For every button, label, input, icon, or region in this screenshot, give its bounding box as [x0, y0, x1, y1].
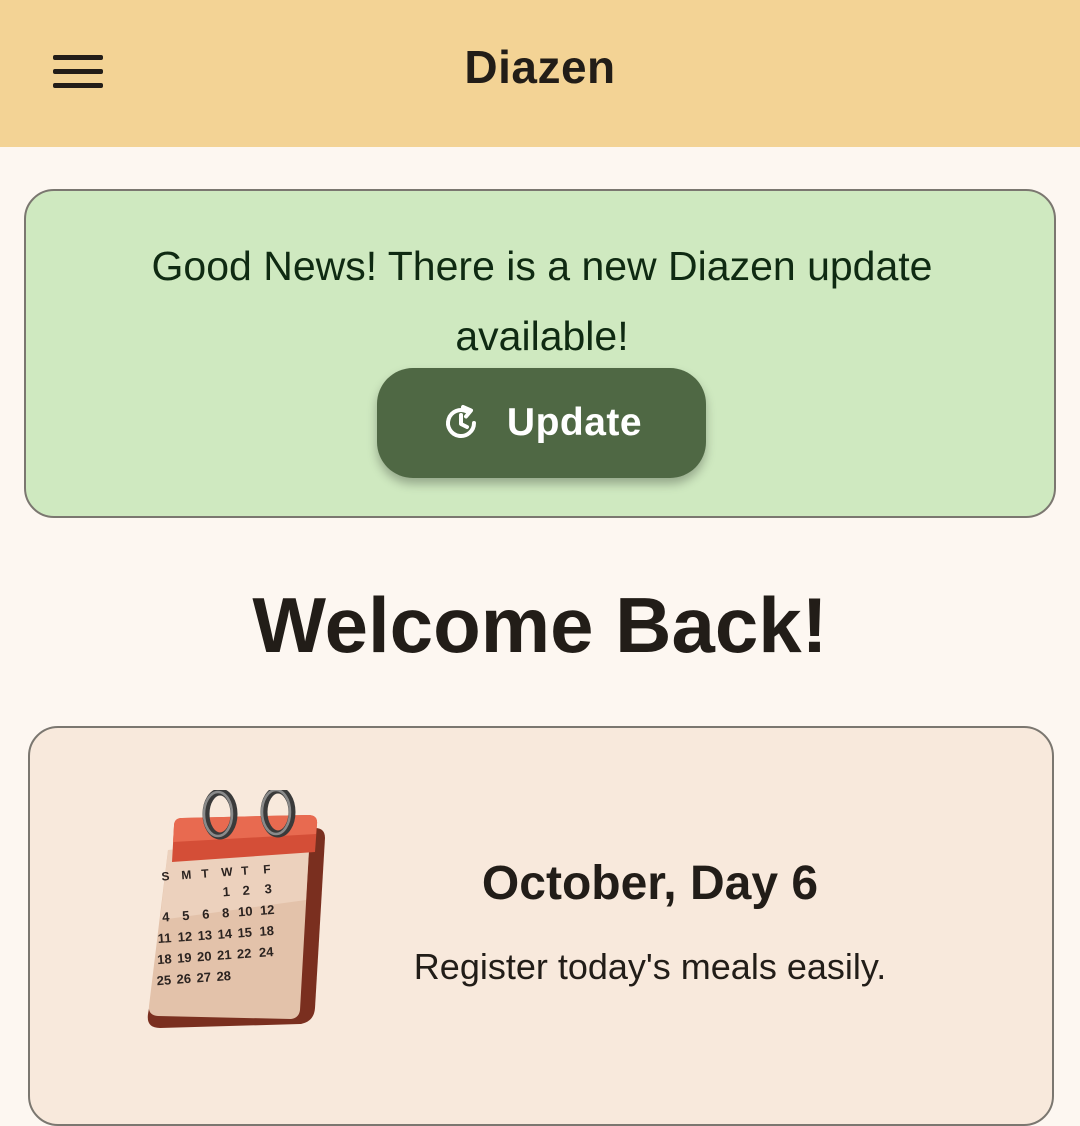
calendar-day-number: 24: [258, 944, 274, 960]
update-button[interactable]: Update: [377, 368, 706, 478]
calendar-day-number: 19: [177, 950, 192, 966]
calendar-day-number: 14: [217, 926, 233, 942]
calendar-day-number: 12: [259, 902, 274, 918]
calendar-day-number: 10: [238, 903, 253, 919]
calendar-day-number: 27: [196, 969, 211, 985]
calendar-day-number: 18: [157, 951, 172, 967]
calendar-day-number: 18: [259, 923, 274, 939]
calendar-day-number: 26: [176, 971, 191, 987]
update-message: Good News! There is a new Diazen update …: [151, 243, 933, 359]
calendar-day-number: 13: [197, 927, 212, 943]
calendar-day-number: 21: [217, 947, 232, 963]
calendar-day-number: 2: [242, 883, 250, 898]
calendar-day-number: 3: [264, 881, 272, 896]
calendar-day-number: 20: [197, 948, 212, 964]
calendar-weekday-letter: F: [263, 862, 271, 876]
calendar-day-number: 22: [236, 946, 251, 962]
calendar-day-number: 6: [202, 906, 210, 921]
calendar-day-number: 12: [177, 929, 192, 945]
day-title: October, Day 6: [481, 857, 819, 910]
calendar-day-number: 11: [157, 930, 172, 946]
update-banner: Good News! There is a new Diazen update …: [24, 189, 1056, 518]
calendar-day-number: 28: [216, 968, 231, 984]
calendar-weekday-letter: M: [181, 868, 192, 883]
day-subtitle: Register today's meals easily.: [413, 946, 887, 987]
day-card[interactable]: SMTWTF 1 2 3 4 5 6 8 10 12 11 12 13 14 15 18 18 19 20 21 22…: [28, 726, 1054, 1126]
calendar-weekday-letter: S: [161, 869, 170, 884]
refresh-clock-icon: [445, 405, 476, 439]
calendar-day-number: 5: [182, 908, 190, 923]
calendar-day-number: 8: [222, 905, 230, 920]
app-bar: Diazen: [0, 0, 1080, 147]
calendar-icon: SMTWTF 1 2 34 5 6 8 10 1211 12 13 14 15 1818 19 20 21 22…: [147, 790, 325, 1028]
update-button-label: Update: [506, 401, 643, 444]
calendar-day-number: 1: [222, 884, 230, 899]
app-title: Diazen: [464, 41, 616, 93]
welcome-heading: Welcome Back!: [252, 581, 828, 669]
calendar-weekday-letter: W: [221, 865, 234, 880]
calendar-day-number: 25: [156, 972, 171, 988]
calendar-day-number: 15: [237, 924, 252, 940]
